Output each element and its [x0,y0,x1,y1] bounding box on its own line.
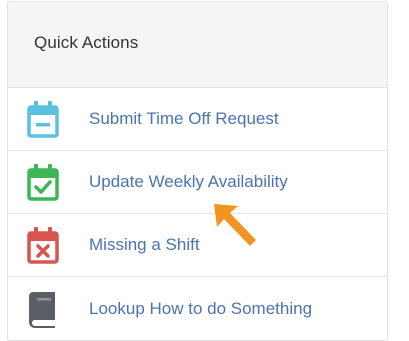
action-label[interactable]: Update Weekly Availability [89,172,288,192]
action-lookup-how-to[interactable]: Lookup How to do Something [8,277,387,340]
quick-actions-list: Submit Time Off Request Update Weekly Av… [8,88,387,340]
action-label[interactable]: Missing a Shift [89,235,200,255]
panel-title: Quick Actions [34,32,139,52]
calendar-x-icon [25,225,61,265]
action-update-availability[interactable]: Update Weekly Availability [8,151,387,214]
calendar-minus-icon [25,99,61,139]
panel-header: Quick Actions [8,2,387,88]
book-icon [25,289,61,329]
action-submit-time-off[interactable]: Submit Time Off Request [8,88,387,151]
action-label[interactable]: Submit Time Off Request [89,109,279,129]
action-missing-shift[interactable]: Missing a Shift [8,214,387,277]
action-label[interactable]: Lookup How to do Something [89,299,312,319]
calendar-check-icon [25,162,61,202]
quick-actions-panel: Quick Actions Submit Time Off Request Up… [7,1,388,341]
